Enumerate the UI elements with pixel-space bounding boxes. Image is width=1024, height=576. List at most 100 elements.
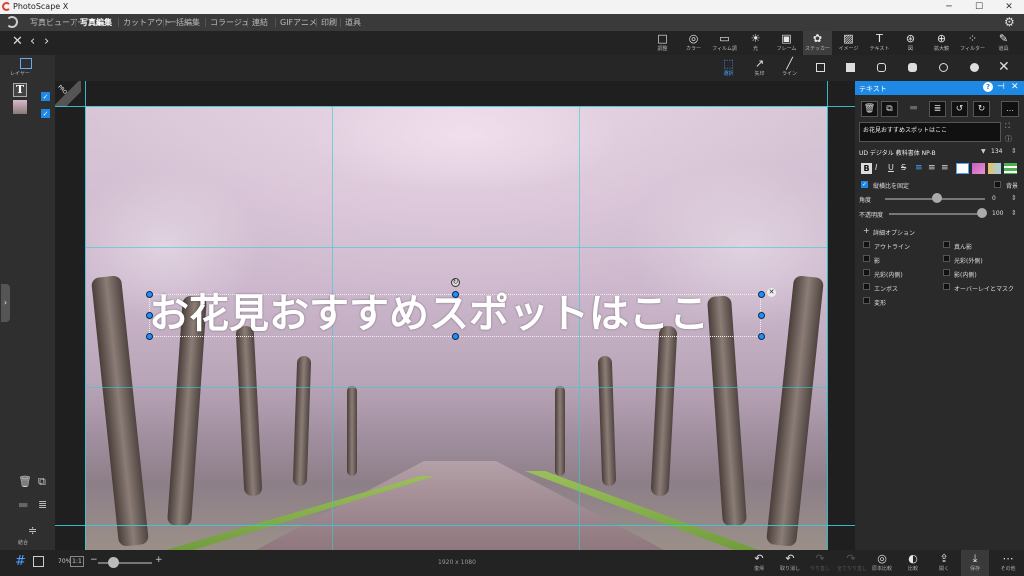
minimize-button[interactable]: ─ <box>934 0 964 14</box>
strikethrough-button[interactable]: S <box>901 163 906 172</box>
menu-item[interactable]: 印刷 <box>321 17 337 28</box>
underline-button[interactable]: U <box>888 163 894 172</box>
plus-icon[interactable]: + <box>863 226 870 235</box>
option-checkbox[interactable] <box>863 269 870 276</box>
option-checkbox[interactable] <box>863 283 870 290</box>
toolbar-button[interactable]: T テキスト <box>865 31 894 55</box>
toolbar-button[interactable]: ▨ イメージ <box>834 31 863 55</box>
option-checkbox[interactable] <box>863 241 870 248</box>
layer-text[interactable]: T ✓ <box>13 83 53 101</box>
toolbar-button[interactable]: ▣ フレーム <box>772 31 801 55</box>
font-size-stepper-icon[interactable]: ⇕ <box>1011 147 1017 155</box>
resize-handle[interactable] <box>758 333 765 340</box>
rotate-left-icon[interactable]: ↺ <box>951 101 968 117</box>
toolbar-button[interactable]: ✿ ステッカー <box>803 31 832 55</box>
align-right-icon[interactable]: ≡ <box>941 163 949 173</box>
previous-icon[interactable]: ‹ <box>30 34 35 49</box>
bottom-tool-button[interactable]: ◐ 比較 <box>899 550 927 576</box>
filled-rectangle-icon[interactable] <box>846 63 855 72</box>
info-icon[interactable]: ⓘ <box>1005 134 1012 144</box>
text-color-swatch[interactable] <box>956 163 969 174</box>
ellipse-icon[interactable] <box>939 63 948 72</box>
toolbar-button[interactable]: ✎ 道具 <box>989 31 1018 55</box>
filled-ellipse-icon[interactable] <box>970 63 979 72</box>
grid-icon[interactable]: # <box>15 554 26 569</box>
italic-button[interactable]: I <box>875 163 877 172</box>
resize-handle[interactable] <box>452 333 459 340</box>
toolbar-button[interactable]: ⊕ 拡大鏡 <box>927 31 956 55</box>
close-editor-icon[interactable]: ✕ <box>12 34 23 49</box>
option-checkbox[interactable] <box>943 283 950 290</box>
resize-handle[interactable] <box>146 333 153 340</box>
layers-icon[interactable] <box>20 58 32 69</box>
expand-text-icon[interactable]: ⛶ <box>1005 122 1010 131</box>
angle-stepper-icon[interactable]: ⇕ <box>1011 194 1017 202</box>
bottom-tool-button[interactable]: ↶ 取り消し <box>776 550 804 576</box>
angle-slider-thumb[interactable] <box>932 193 942 203</box>
option-checkbox[interactable] <box>863 255 870 262</box>
resize-handle[interactable] <box>146 312 153 319</box>
rounded-rectangle-icon[interactable] <box>877 63 886 72</box>
opacity-value[interactable]: 100 <box>992 210 1003 217</box>
menu-item[interactable]: 連結 <box>252 17 268 28</box>
subtool-button[interactable]: ⬚ 選択 <box>714 56 743 80</box>
toolbar-button[interactable]: ◎ カラー <box>679 31 708 55</box>
menu-item[interactable]: 道具 <box>345 17 361 28</box>
layer-order-icon[interactable]: ▬ <box>18 498 28 511</box>
resize-handle[interactable] <box>146 291 153 298</box>
more-icon[interactable]: … <box>1001 101 1019 117</box>
angle-value[interactable]: 0 <box>992 195 996 202</box>
option-checkbox[interactable] <box>863 297 870 304</box>
delete-layer-icon[interactable]: 🗑 <box>18 475 32 488</box>
delete-object-icon[interactable]: ✕ <box>767 288 776 297</box>
toolbar-button[interactable]: ⊛ 図 <box>896 31 925 55</box>
background-checkbox[interactable] <box>994 181 1001 188</box>
menu-item[interactable]: 一括編集 <box>168 17 200 28</box>
editor-canvas[interactable]: PRO お花見おすすめスポットはここ ↻ ✕ <box>55 81 855 550</box>
resize-handle[interactable] <box>758 312 765 319</box>
layer-image[interactable]: ✓ <box>13 100 53 118</box>
resize-handle[interactable] <box>758 291 765 298</box>
close-window-button[interactable]: ✕ <box>994 0 1024 14</box>
zoom-in-icon[interactable]: + <box>155 555 163 565</box>
copy-icon[interactable]: ⧉ <box>881 101 898 117</box>
toolbar-button[interactable]: ⁘ フィルター <box>958 31 987 55</box>
menu-item[interactable]: GIFアニメ <box>280 17 317 28</box>
close-panel-icon[interactable]: ✕ <box>1011 82 1019 92</box>
font-size-input[interactable]: 134 <box>991 148 1011 158</box>
subtool-button[interactable]: ╱ ライン <box>775 56 804 80</box>
gradient-swatch[interactable] <box>972 163 985 174</box>
opacity-slider-thumb[interactable] <box>977 208 987 218</box>
toolbar-button[interactable]: ▭ フィルム調 <box>710 31 739 55</box>
align-center-icon[interactable]: ≡ <box>928 163 936 173</box>
opacity-stepper-icon[interactable]: ⇕ <box>1011 209 1017 217</box>
bottom-tool-button[interactable]: ↶ 復帰 <box>745 550 773 576</box>
close-subtool-icon[interactable]: ✕ <box>998 59 1010 75</box>
trash-icon[interactable]: 🗑 <box>861 101 878 117</box>
rotate-handle-icon[interactable]: ↻ <box>451 278 460 287</box>
bottom-tool-button[interactable]: ⇪ 開く <box>930 550 958 576</box>
bold-button[interactable]: B <box>861 163 872 174</box>
layer-list-icon[interactable]: ≣ <box>38 498 47 511</box>
zoom-slider-thumb[interactable] <box>108 557 119 568</box>
bottom-tool-button[interactable]: ◎ 原本比較 <box>868 550 896 576</box>
help-icon[interactable]: ? <box>983 82 993 92</box>
texture-swatch[interactable] <box>988 163 1001 174</box>
toolbar-button[interactable]: □ 調整 <box>648 31 677 55</box>
menu-item[interactable]: 写真編集 <box>80 17 112 28</box>
merge-icon[interactable]: ≑ <box>28 524 37 537</box>
zoom-slider-track[interactable] <box>98 562 152 564</box>
zoom-out-icon[interactable]: − <box>90 555 98 565</box>
opacity-slider-track[interactable] <box>889 213 985 215</box>
keep-ratio-checkbox[interactable]: ✓ <box>861 181 868 188</box>
next-icon[interactable]: › <box>44 34 49 49</box>
filled-rounded-rectangle-icon[interactable] <box>908 63 917 72</box>
overlay-text[interactable]: お花見おすすめスポットはここ <box>149 289 769 339</box>
refresh-icon[interactable] <box>6 16 18 28</box>
settings-gear-icon[interactable]: ⚙ <box>1004 15 1015 29</box>
menu-item[interactable]: コラージュ <box>210 17 249 28</box>
pin-icon[interactable]: ⊣ <box>997 82 1005 92</box>
bottom-tool-button[interactable]: ⋯ その他 <box>994 550 1022 576</box>
advanced-options-label[interactable]: 詳細オプション <box>873 228 915 237</box>
option-checkbox[interactable] <box>943 269 950 276</box>
